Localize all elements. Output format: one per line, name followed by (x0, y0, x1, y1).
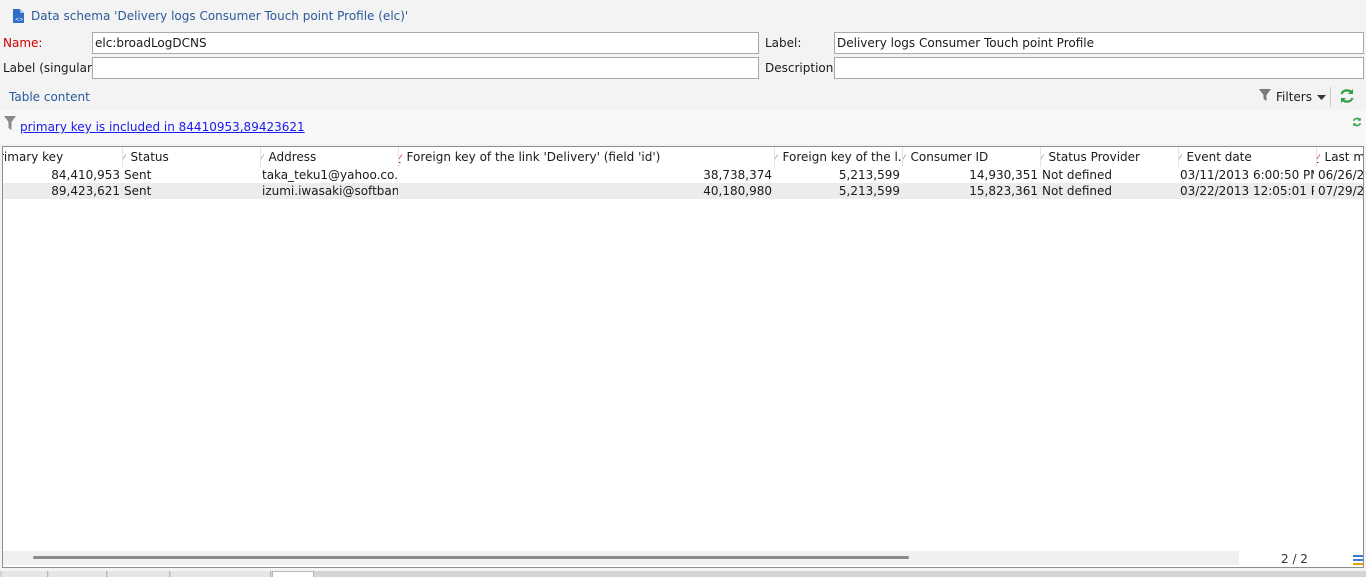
column-header-primary-key[interactable]: rimary key (3, 147, 123, 167)
cell-consumer-id: 14,930,351 (969, 168, 1038, 182)
document-schema-icon: <> (12, 8, 24, 23)
sort-icon: ⁄ (399, 154, 401, 164)
sort-icon: ⁄ (123, 154, 125, 164)
form-row-singular: Label (singular): Description: (0, 56, 1366, 81)
bottom-tab[interactable] (171, 571, 271, 577)
cell-address: izumi.iwasaki@softbank... (262, 184, 398, 198)
sort-icon: ⁄ (1317, 154, 1319, 164)
bottom-tab-strip (0, 571, 1366, 577)
column-header-address[interactable]: ⁄ Address (261, 147, 399, 167)
funnel-icon (1259, 89, 1271, 104)
label-label: Label: (765, 36, 802, 50)
chevron-down-icon (1316, 90, 1326, 104)
page-title: Data schema 'Delivery logs Consumer Touc… (31, 8, 409, 23)
cell-last-modified: 07/29/20 (1318, 184, 1364, 198)
column-header-event-date[interactable]: ⁄ Event date (1179, 147, 1317, 167)
cell-event-date: 03/22/2013 12:05:01 PM (1180, 184, 1314, 198)
cell-status-provider: Not defined (1042, 168, 1113, 182)
column-header-fk-delivery[interactable]: ⁄ Foreign key of the link 'Delivery' (fie… (399, 147, 775, 167)
record-count: 2 / 2 (1281, 552, 1308, 566)
cell-status: Sent (124, 168, 152, 182)
cell-address: taka_teku1@yahoo.co.jp (262, 168, 398, 182)
cell-consumer-id: 15,823,361 (969, 184, 1038, 198)
cell-event-date: 03/11/2013 6:00:50 PM (1180, 168, 1314, 182)
column-header-last-modified[interactable]: ⁄ Last m (1317, 147, 1363, 167)
column-header-fk-other[interactable]: ⁄ Foreign key of the l... (775, 147, 903, 167)
cell-fk-other: 5,213,599 (838, 168, 900, 182)
column-header-consumer-id[interactable]: ⁄ Consumer ID (903, 147, 1041, 167)
table-row[interactable]: 89,423,621 Sent izumi.iwasaki@softbank..… (3, 183, 1364, 199)
grid-header: rimary key ⁄ Status ⁄ Address ⁄ Foreign key… (3, 147, 1363, 167)
schema-title-bar: <> Data schema 'Delivery logs Consumer T… (0, 0, 1366, 31)
column-menu-icon[interactable] (1353, 555, 1363, 567)
form-row-name: Name: elc:broadLogDCNS Label: Delivery l… (0, 31, 1366, 56)
funnel-icon (4, 116, 16, 133)
cell-status-provider: Not defined (1042, 184, 1113, 198)
refresh-icon[interactable] (1339, 88, 1355, 107)
description-field[interactable] (834, 57, 1364, 79)
label-field[interactable]: Delivery logs Consumer Touch point Profi… (834, 32, 1364, 54)
label-singular-field[interactable] (92, 57, 759, 79)
column-header-status-provider[interactable]: ⁄ Status Provider (1041, 147, 1179, 167)
sort-icon: ⁄ (775, 154, 777, 164)
bottom-tab-active[interactable] (272, 571, 314, 577)
data-grid[interactable]: rimary key ⁄ Status ⁄ Address ⁄ Foreign key… (2, 146, 1364, 568)
svg-text:<>: <> (15, 17, 23, 23)
filters-label: Filters (1276, 89, 1312, 104)
name-field[interactable]: elc:broadLogDCNS (92, 32, 759, 54)
bottom-tab[interactable] (108, 571, 170, 577)
cell-fk-other: 5,213,599 (838, 184, 900, 198)
bottom-tab[interactable] (2, 571, 48, 577)
sort-icon: ⁄ (903, 154, 905, 164)
sort-icon: ⁄ (1041, 154, 1043, 164)
cell-fk-delivery: 40,180,980 (703, 184, 772, 198)
table-content-tab[interactable]: Table content (9, 90, 90, 104)
cell-primary-key: 84,410,953 (51, 168, 120, 182)
filters-button[interactable]: Filters (1259, 89, 1326, 104)
table-row[interactable]: 84,410,953 Sent taka_teku1@yahoo.co.jp 3… (3, 167, 1364, 183)
sort-icon: ⁄ (1179, 154, 1181, 164)
label-singular-label: Label (singular): (3, 61, 101, 75)
name-label: Name: (3, 36, 43, 50)
description-label: Description: (765, 61, 838, 75)
bottom-tab[interactable] (49, 571, 107, 577)
cell-fk-delivery: 38,738,374 (703, 168, 772, 182)
horizontal-scrollbar[interactable] (33, 556, 909, 559)
cell-last-modified: 06/26/20 (1318, 168, 1364, 182)
active-filter-strip: primary key is included in 84410953,8942… (0, 110, 1366, 144)
refresh-icon[interactable] (1352, 116, 1362, 130)
cell-status: Sent (124, 184, 152, 198)
filter-link[interactable]: primary key is included in 84410953,8942… (20, 120, 305, 134)
toolbar-divider (1330, 87, 1331, 107)
column-header-status[interactable]: ⁄ Status (123, 147, 261, 167)
table-content-bar: Table content Filters (0, 85, 1366, 109)
sort-icon: ⁄ (261, 154, 263, 164)
cell-primary-key: 89,423,621 (51, 184, 120, 198)
